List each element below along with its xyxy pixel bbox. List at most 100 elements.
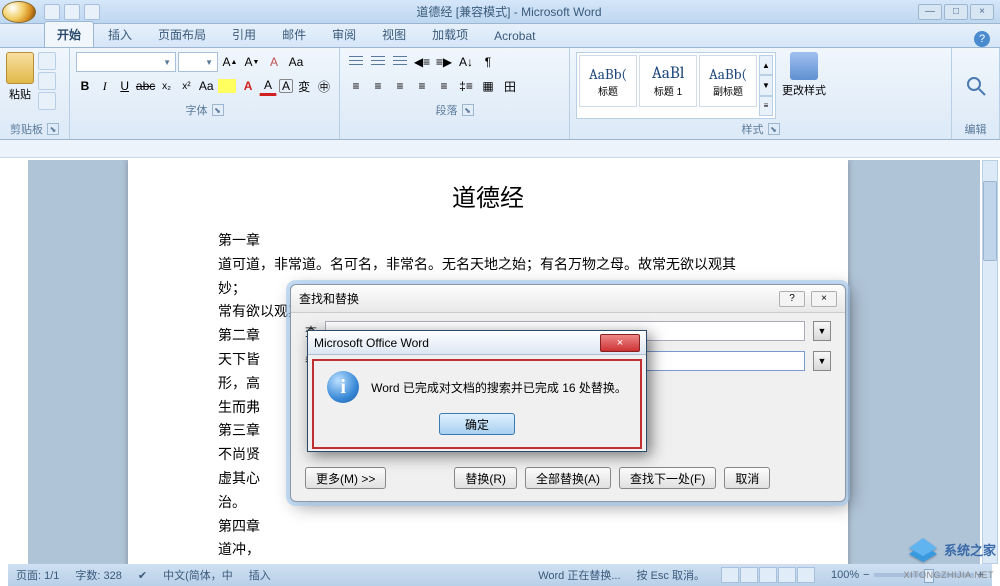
copy-icon[interactable] [38, 72, 56, 90]
info-icon: i [327, 371, 359, 403]
italic-button[interactable]: I [96, 76, 114, 96]
tab-review[interactable]: 审阅 [320, 22, 368, 47]
status-page[interactable]: 页面: 1/1 [16, 567, 59, 583]
bold-button[interactable]: B [76, 76, 94, 96]
qat-redo-icon[interactable] [84, 4, 100, 20]
dialog-close-button[interactable]: × [811, 291, 837, 307]
help-icon[interactable]: ? [974, 31, 990, 47]
status-language[interactable]: 中文(简体，中 [163, 567, 233, 583]
paragraph-launcher-icon[interactable]: ⬊ [462, 104, 474, 116]
tab-mailings[interactable]: 邮件 [270, 22, 318, 47]
qat-save-icon[interactable] [44, 4, 60, 20]
line-spacing-icon[interactable]: ‡≡ [456, 76, 476, 96]
font-color-icon[interactable]: A [259, 76, 277, 96]
tab-insert[interactable]: 插入 [96, 22, 144, 47]
dialog-help-button[interactable]: ? [779, 291, 805, 307]
status-insert-mode[interactable]: 插入 [249, 567, 271, 583]
ok-button[interactable]: 确定 [439, 413, 515, 435]
full-screen-view-icon[interactable] [740, 567, 758, 583]
char-border-icon[interactable]: A [279, 79, 293, 93]
phonetic-guide-icon[interactable]: 変 [295, 76, 313, 96]
window-close-button[interactable]: × [970, 4, 994, 20]
status-proofing-icon[interactable]: ✔ [138, 569, 147, 582]
align-center-icon[interactable]: ≡ [368, 76, 388, 96]
maximize-button[interactable]: □ [944, 4, 968, 20]
style-item[interactable]: AaBl标题 1 [639, 55, 697, 107]
underline-button[interactable]: U [116, 76, 134, 96]
tab-addins[interactable]: 加载项 [420, 22, 480, 47]
style-scroll-down-icon[interactable]: ▼ [759, 75, 773, 95]
horizontal-ruler[interactable] [0, 140, 1000, 158]
align-right-icon[interactable]: ≡ [390, 76, 410, 96]
font-launcher-icon[interactable]: ⬊ [212, 104, 224, 116]
highlight-color-icon[interactable]: A [239, 76, 257, 96]
status-word-count[interactable]: 字数: 328 [75, 567, 121, 583]
tab-view[interactable]: 视图 [370, 22, 418, 47]
find-next-button[interactable]: 查找下一处(F) [619, 467, 716, 489]
format-painter-icon[interactable] [38, 92, 56, 110]
vertical-scrollbar[interactable] [982, 160, 998, 564]
replace-all-button[interactable]: 全部替换(A) [525, 467, 611, 489]
zoom-out-button[interactable]: − [863, 569, 869, 581]
enclose-char-icon[interactable]: ㊥ [315, 76, 333, 96]
minimize-button[interactable]: — [918, 4, 942, 20]
show-marks-icon[interactable]: ¶ [478, 52, 498, 72]
find-icon[interactable] [964, 74, 988, 98]
increase-indent-icon[interactable]: ≡▶ [434, 52, 454, 72]
style-gallery[interactable]: AaBb(标题 AaBl标题 1 AaBb(副标题 ▲ ▼ ≡ [576, 52, 776, 119]
sort-icon[interactable]: A↓ [456, 52, 476, 72]
qat-undo-icon[interactable] [64, 4, 80, 20]
tab-acrobat[interactable]: Acrobat [482, 25, 547, 47]
change-case-icon[interactable]: Aa [286, 52, 306, 72]
group-styles: AaBb(标题 AaBl标题 1 AaBb(副标题 ▲ ▼ ≡ 更改样式 样式⬊ [570, 48, 952, 139]
align-left-icon[interactable]: ≡ [346, 76, 366, 96]
clear-formatting-icon[interactable]: A [264, 52, 284, 72]
numbering-icon[interactable] [368, 52, 388, 72]
style-expand-icon[interactable]: ≡ [759, 96, 773, 116]
message-box-titlebar[interactable]: Microsoft Office Word × [308, 331, 646, 355]
draft-view-icon[interactable] [797, 567, 815, 583]
highlight-icon[interactable] [217, 76, 237, 96]
char-shading-icon[interactable]: Aa [197, 76, 215, 96]
strikethrough-button[interactable]: abc [136, 76, 156, 96]
tab-home[interactable]: 开始 [44, 21, 94, 47]
web-layout-view-icon[interactable] [759, 567, 777, 583]
shading-icon[interactable]: ▦ [478, 76, 498, 96]
superscript-button[interactable]: x² [177, 76, 195, 96]
paste-label[interactable]: 粘贴 [9, 86, 31, 102]
borders-icon[interactable]: 田 [500, 76, 520, 96]
message-box-close-button[interactable]: × [600, 334, 640, 352]
find-dropdown-icon[interactable]: ▼ [813, 321, 831, 341]
scrollbar-thumb[interactable] [983, 181, 997, 261]
change-styles-button[interactable]: 更改样式 [780, 52, 828, 119]
watermark-logo-icon [906, 536, 940, 562]
font-name-combo[interactable]: ▼ [76, 52, 176, 72]
find-replace-titlebar[interactable]: 查找和替换 ? × [291, 285, 845, 313]
styles-launcher-icon[interactable]: ⬊ [768, 123, 780, 135]
print-layout-view-icon[interactable] [721, 567, 739, 583]
replace-dropdown-icon[interactable]: ▼ [813, 351, 831, 371]
decrease-indent-icon[interactable]: ◀≡ [412, 52, 432, 72]
office-button[interactable] [2, 1, 36, 23]
distribute-icon[interactable]: ≡ [434, 76, 454, 96]
bullets-icon[interactable] [346, 52, 366, 72]
paste-icon[interactable] [6, 52, 34, 84]
grow-font-icon[interactable]: A▲ [220, 52, 240, 72]
style-scroll-up-icon[interactable]: ▲ [759, 55, 773, 75]
cut-icon[interactable] [38, 52, 56, 70]
more-button[interactable]: 更多(M) >> [305, 467, 386, 489]
subscript-button[interactable]: x₂ [158, 76, 176, 96]
style-item[interactable]: AaBb(副标题 [699, 55, 757, 107]
replace-button[interactable]: 替换(R) [454, 467, 517, 489]
shrink-font-icon[interactable]: A▼ [242, 52, 262, 72]
tab-page-layout[interactable]: 页面布局 [146, 22, 218, 47]
justify-icon[interactable]: ≡ [412, 76, 432, 96]
multilevel-list-icon[interactable] [390, 52, 410, 72]
style-item[interactable]: AaBb(标题 [579, 55, 637, 107]
zoom-level[interactable]: 100% [831, 569, 859, 581]
clipboard-launcher-icon[interactable]: ⬊ [47, 123, 59, 135]
cancel-button[interactable]: 取消 [724, 467, 770, 489]
tab-references[interactable]: 引用 [220, 22, 268, 47]
outline-view-icon[interactable] [778, 567, 796, 583]
font-size-combo[interactable]: ▼ [178, 52, 218, 72]
